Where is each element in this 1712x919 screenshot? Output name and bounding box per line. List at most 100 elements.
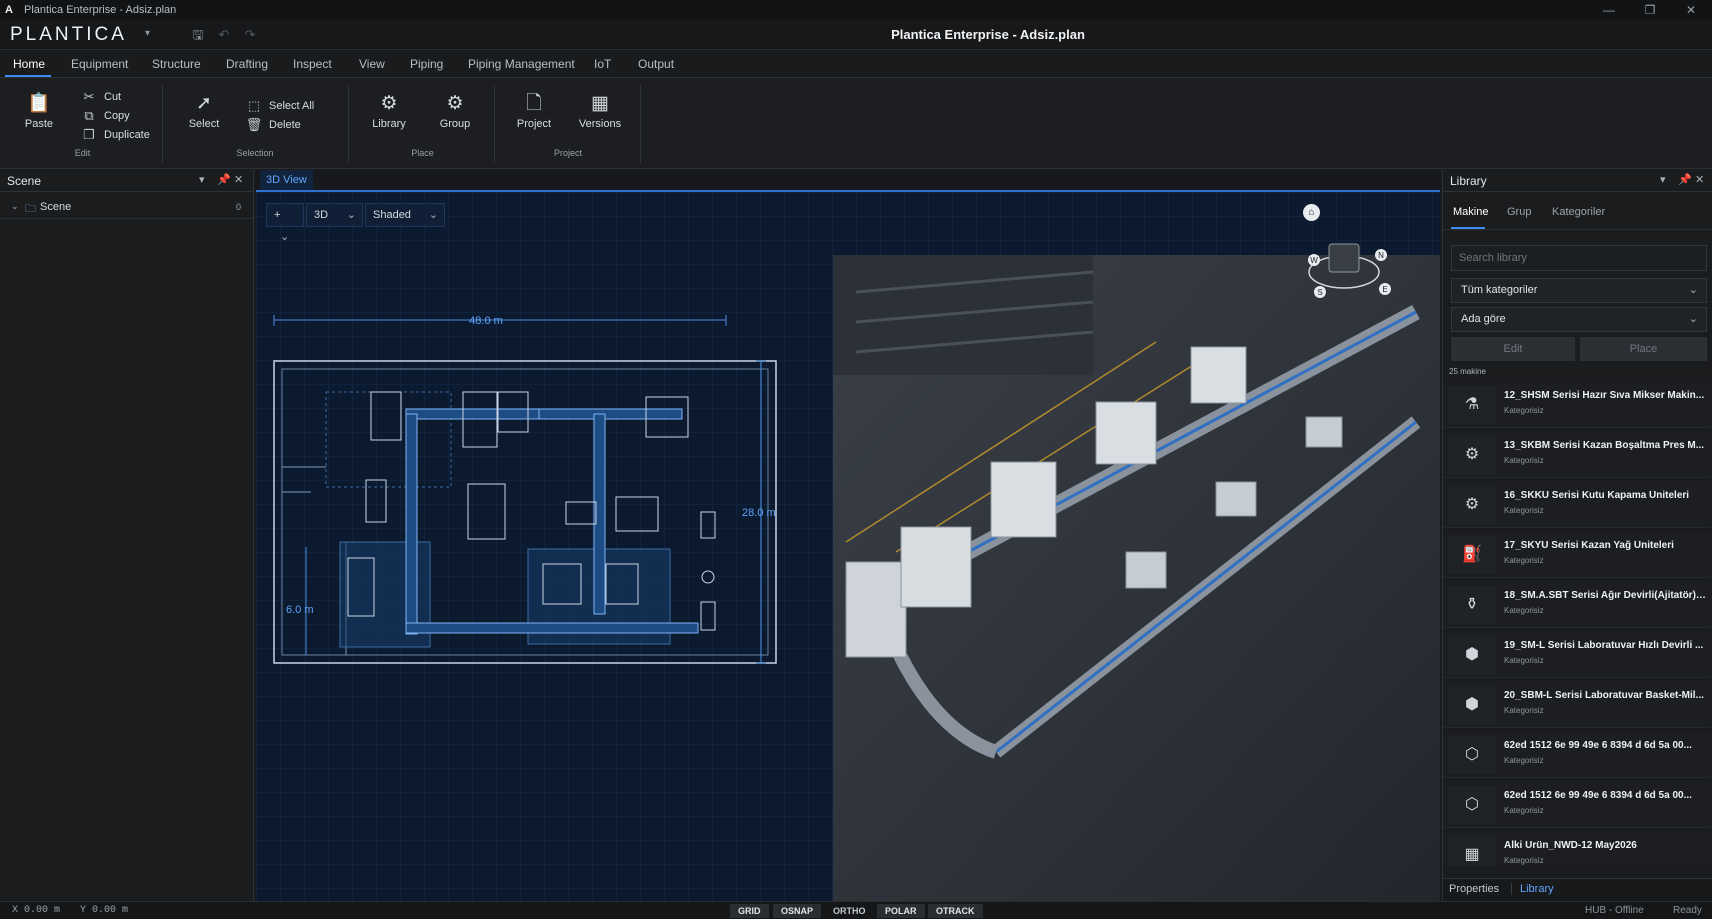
item-category: Kategorisiz	[1504, 456, 1544, 465]
copy-button[interactable]: ⧉ Copy	[80, 108, 130, 124]
tab-iot[interactable]: IoT	[594, 57, 611, 71]
list-item[interactable]: ⬢ 19_SM-L Serisi Laboratuvar Hızlı Devir…	[1443, 632, 1711, 678]
window-title: Plantica Enterprise - Adsiz.plan	[24, 4, 177, 16]
tab-kategoriler[interactable]: Kategoriler	[1552, 206, 1605, 218]
home-view-icon[interactable]: ⌂	[1303, 204, 1320, 221]
add-dropdown[interactable]: + ⌄	[266, 203, 304, 243]
category-select[interactable]: Tüm kategoriler ⌄	[1451, 278, 1707, 303]
machine-cabinet	[1305, 416, 1343, 448]
mixer-icon: ⚗	[1448, 386, 1496, 424]
chevron-down-icon: ⌄	[1688, 313, 1698, 325]
grid-toggle[interactable]: GRID	[730, 904, 769, 918]
pin-icon[interactable]: 📌	[217, 173, 231, 186]
cube-icon: ⬡	[1448, 786, 1496, 824]
polar-toggle[interactable]: POLAR	[877, 904, 925, 918]
cursor-arrow-icon: ➚	[196, 93, 212, 114]
paste-button[interactable]: 📋 Paste	[20, 93, 58, 130]
list-item[interactable]: ⛽ 17_SKYU Serisi Kazan Yağ Üniteleri Kat…	[1443, 532, 1711, 578]
place-button[interactable]: Place	[1580, 337, 1707, 361]
edit-button[interactable]: Edit	[1451, 337, 1575, 361]
minimize-button[interactable]: —	[1592, 0, 1626, 20]
view-mode-label: 3D	[314, 209, 329, 221]
osnap-toggle[interactable]: OSNAP	[773, 904, 822, 918]
tab-equipment[interactable]: Equipment	[71, 57, 128, 71]
restore-button[interactable]: ❐	[1633, 0, 1667, 20]
machine-cabinet	[900, 526, 972, 608]
box-closing-machine-icon: ⚙	[1448, 486, 1496, 524]
compass-south-label: S	[1317, 288, 1322, 297]
viewport[interactable]: 3D View 48.0 m 28.0 m 6.0 m W N S E + ⌄ …	[256, 170, 1440, 901]
list-item[interactable]: ⬡ 62ed 1512 6e 99 49e 6 8394 d 6d 5a 00.…	[1443, 782, 1711, 828]
scene-panel-title: Scene	[7, 174, 42, 188]
item-name: 12_SHSM Serisi Hazır Sıva Mikser Makin..…	[1504, 390, 1705, 401]
tab-structure[interactable]: Structure	[152, 57, 201, 71]
ortho-toggle[interactable]: ORTHO	[825, 904, 874, 918]
tab-piping[interactable]: Piping	[410, 57, 443, 71]
duplicate-button[interactable]: ❐ Duplicate	[80, 127, 150, 143]
pin-icon[interactable]: 📌	[1678, 173, 1692, 186]
versions-button[interactable]: ▦ Versions	[576, 93, 624, 130]
tab-output[interactable]: Output	[638, 57, 674, 71]
tab-makine[interactable]: Makine	[1453, 206, 1488, 218]
library-search-input[interactable]	[1451, 245, 1707, 271]
project-button[interactable]: 🗋 Project	[513, 93, 555, 130]
tab-view[interactable]: View	[359, 57, 385, 71]
compass-west-label: W	[1310, 256, 1318, 265]
close-panel-icon[interactable]: ✕	[1695, 173, 1704, 186]
agitator-tank-icon: ⚱	[1448, 586, 1496, 624]
status-bar: X 0.00 m Y 0.00 m GRID OSNAP ORTHO POLAR…	[0, 901, 1712, 919]
app-logo-icon: A	[5, 4, 13, 16]
tab-library-bottom[interactable]: Library	[1511, 883, 1554, 895]
viewport-canvas[interactable]: 48.0 m 28.0 m 6.0 m W N S E	[256, 192, 1440, 901]
tab-piping-management[interactable]: Piping Management	[468, 57, 575, 71]
scene-panel: Scene ▾ 📌 ✕ ⌄ 🗀 Scene 0	[0, 170, 254, 901]
cut-button[interactable]: ✂ Cut	[80, 89, 122, 105]
list-item[interactable]: ▦ Alki Urün_NWD-12 May2026 Kategorisiz	[1443, 832, 1711, 866]
tab-properties[interactable]: Properties	[1449, 883, 1499, 895]
list-item[interactable]: ⚱ 18_SM.A.SBT Serisi Ağır Devirli(Ajitat…	[1443, 582, 1711, 628]
item-name: Alki Urün_NWD-12 May2026	[1504, 840, 1637, 851]
list-item[interactable]: ⚙ 13_SKBM Serisi Kazan Boşaltma Pres M..…	[1443, 432, 1711, 478]
tab-3d-view[interactable]: 3D View	[260, 170, 313, 190]
press-machine-icon: ⚙	[1448, 436, 1496, 474]
list-item[interactable]: ⚗ 12_SHSM Serisi Hazır Sıva Mikser Makin…	[1443, 382, 1711, 428]
tree-item-scene[interactable]: ⌄ 🗀 Scene 0	[0, 199, 254, 217]
sort-select[interactable]: Ada göre ⌄	[1451, 307, 1707, 332]
tab-grup[interactable]: Grup	[1507, 206, 1531, 218]
chevron-down-icon[interactable]: ⌄	[11, 201, 19, 212]
item-name: 18_SM.A.SBT Serisi Ağır Devirli(Ajitatör…	[1504, 590, 1706, 601]
shading-dropdown[interactable]: Shaded ⌄	[365, 203, 445, 227]
folder-icon: 🗀	[25, 203, 36, 215]
edit-group-label: Edit	[74, 148, 91, 158]
close-panel-icon[interactable]: ✕	[234, 173, 243, 186]
app-bar: PLANTICA ▾ 🖫 ↶ ↷ Plantica Enterprise - A…	[0, 20, 1712, 50]
view-cube-box[interactable]	[1328, 243, 1360, 273]
group-button[interactable]: ⚙ Group	[434, 93, 476, 130]
close-window-button[interactable]: ✕	[1674, 0, 1708, 20]
list-item[interactable]: ⚙ 16_SKKU Serisi Kutu Kapama Üniteleri K…	[1443, 482, 1711, 528]
library-button[interactable]: ⚙ Library	[368, 93, 410, 130]
library-label: Library	[372, 118, 406, 130]
list-item[interactable]: ⬡ 62ed 1512 6e 99 49e 6 8394 d 6d 5a 00.…	[1443, 732, 1711, 778]
select-all-button[interactable]: ⬚ Select All	[245, 98, 314, 114]
view-mode-dropdown[interactable]: 3D ⌄	[306, 203, 363, 227]
delete-button[interactable]: 🗑 Delete	[245, 117, 301, 133]
oil-unit-icon: ⛽	[1448, 536, 1496, 574]
place-group-label: Place	[411, 148, 434, 158]
copy-label: Copy	[104, 110, 130, 122]
bottom-tabs: Properties Library	[1443, 878, 1712, 901]
list-item[interactable]: ⬢ 20_SBM-L Serisi Laboratuvar Basket-Mil…	[1443, 682, 1711, 728]
library-panel-title: Library	[1450, 174, 1487, 188]
otrack-toggle[interactable]: OTRACK	[928, 904, 983, 918]
library-panel: Library ▾ 📌 ✕ Makine Grup Kategoriler Tü…	[1442, 170, 1712, 901]
panel-dropdown-icon[interactable]: ▾	[199, 173, 205, 186]
tab-drafting[interactable]: Drafting	[226, 57, 268, 71]
tab-home[interactable]: Home	[13, 57, 45, 71]
select-button[interactable]: ➚ Select	[184, 93, 224, 130]
project-group-label: Project	[553, 148, 582, 158]
panel-dropdown-icon[interactable]: ▾	[1660, 173, 1666, 186]
active-tab-indicator	[5, 75, 51, 77]
machine-count: 25 makine	[1449, 367, 1486, 376]
tab-inspect[interactable]: Inspect	[293, 57, 332, 71]
conveyor-segment	[405, 408, 559, 420]
